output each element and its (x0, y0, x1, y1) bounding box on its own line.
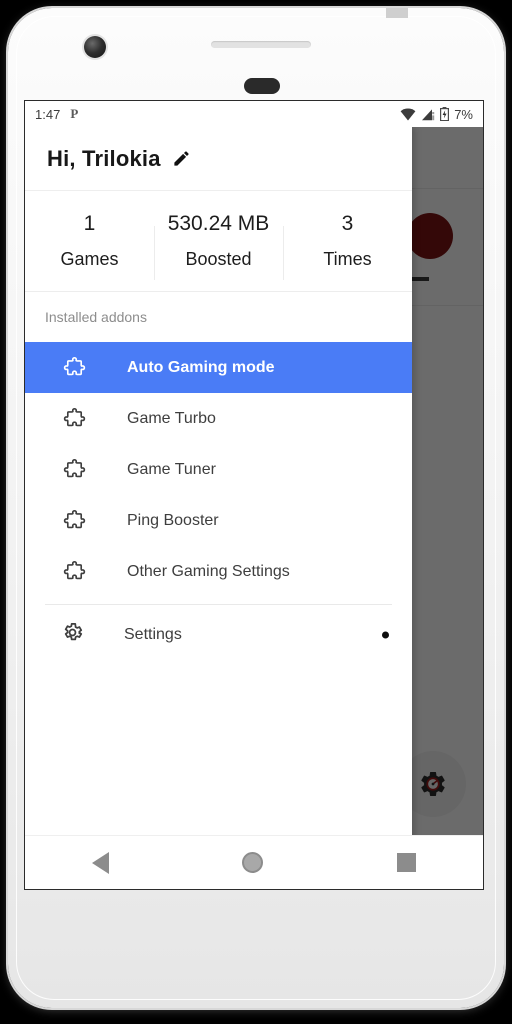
stat-value: 1 (83, 212, 96, 235)
status-bar-left: 1:47 P (35, 106, 78, 122)
puzzle-piece-icon (61, 407, 87, 430)
stat-value: 3 (341, 212, 354, 235)
drawer-item-label: Game Tuner (127, 460, 216, 478)
drawer-spacer (25, 665, 412, 829)
stat-value: 530.24 MB (167, 212, 270, 235)
drawer-item-game-turbo[interactable]: Game Turbo (25, 393, 412, 444)
recents-icon[interactable] (397, 853, 417, 872)
greeting-text: Hi, Trilokia (47, 145, 161, 171)
drawer-item-label: Settings (124, 626, 182, 643)
installed-addons-section-label: Installed addons (45, 309, 147, 325)
drawer-item-auto-gaming-mode[interactable]: Auto Gaming mode (25, 342, 412, 393)
sensor-pill (244, 78, 280, 94)
status-bar-right: 7% (400, 107, 473, 122)
puzzle-piece-icon (61, 458, 87, 481)
drawer-item-label: Auto Gaming mode (127, 358, 275, 376)
navigation-drawer: Hi, Trilokia 1 Games 530.24 MB Boosted 3… (25, 127, 412, 889)
battery-charging-icon (440, 107, 450, 121)
stat-boosted: 530.24 MB Boosted (154, 212, 283, 280)
pinterest-notification-icon: P (70, 106, 79, 121)
front-camera-icon (84, 36, 106, 58)
stats-row: 1 Games 530.24 MB Boosted 3 Times (25, 191, 412, 292)
drawer-header: Hi, Trilokia (25, 127, 412, 191)
drawer-item-label: Ping Booster (127, 511, 219, 529)
home-icon[interactable] (242, 852, 264, 873)
puzzle-piece-icon (61, 356, 87, 379)
gear-icon (61, 621, 84, 649)
drawer-scrim[interactable] (412, 127, 483, 889)
stat-games: 1 Games (25, 212, 154, 270)
drawer-item-ping-booster[interactable]: Ping Booster (25, 495, 412, 546)
power-button[interactable] (386, 8, 408, 18)
pencil-edit-icon[interactable] (172, 149, 191, 168)
addon-list: Auto Gaming mode Game Turbo Game Tuner P… (25, 342, 412, 597)
earpiece-speaker (211, 41, 311, 48)
status-clock: 1:47 (35, 106, 61, 122)
drawer-item-label: Game Turbo (127, 409, 216, 427)
puzzle-piece-icon (61, 509, 87, 532)
settings-badge-dot (382, 631, 389, 639)
stat-times: 3 Times (283, 212, 412, 280)
back-icon[interactable] (91, 851, 109, 874)
wifi-icon (400, 108, 416, 120)
battery-percent-label: 7% (454, 106, 473, 122)
android-navigation-bar (25, 835, 483, 889)
drawer-item-settings[interactable]: Settings (25, 605, 412, 665)
cellular-signal-icon (422, 108, 435, 120)
status-bar: 1:47 P 7% (25, 101, 483, 127)
stat-label: Times (323, 249, 372, 269)
phone-screen: me Turbo r the best ge. Your tings. ttin… (24, 100, 484, 890)
drawer-item-game-tuner[interactable]: Game Tuner (25, 444, 412, 495)
drawer-item-label: Other Gaming Settings (127, 562, 290, 580)
drawer-item-other-gaming-settings[interactable]: Other Gaming Settings (25, 546, 412, 597)
puzzle-piece-icon (61, 560, 87, 583)
stat-label: Games (60, 249, 119, 269)
stat-label: Boosted (185, 249, 252, 269)
